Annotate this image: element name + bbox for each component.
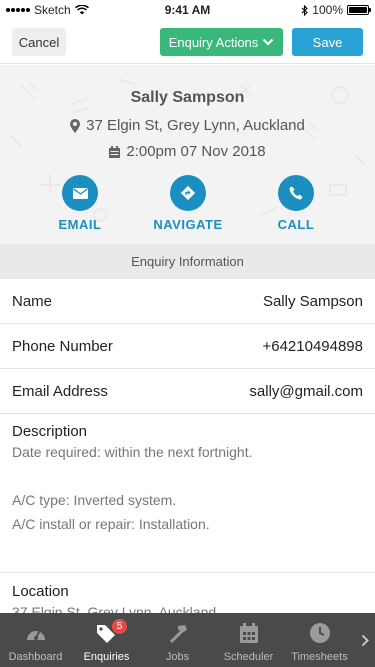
phone-row[interactable]: Phone Number +64210494898	[0, 324, 375, 369]
save-button[interactable]: Save	[292, 28, 363, 56]
enquiry-information-header: Enquiry Information	[0, 244, 375, 279]
status-right: 100%	[301, 3, 371, 17]
tab-enquiries[interactable]: 5 Enquiries	[71, 613, 142, 667]
battery-icon	[347, 5, 371, 15]
client-address: 37 Elgin St, Grey Lynn, Auckland	[86, 117, 305, 134]
tab-timesheets[interactable]: Timesheets	[284, 613, 355, 667]
phone-value[interactable]: +64210494898	[262, 338, 363, 355]
client-datetime: 2:00pm 07 Nov 2018	[126, 143, 266, 160]
description-line: A/C install or repair: Installation.	[12, 516, 210, 532]
cancel-button[interactable]: Cancel	[12, 28, 66, 56]
tab-label: Enquiries	[83, 651, 130, 663]
calendar-icon	[109, 145, 121, 158]
tab-jobs[interactable]: Jobs	[142, 613, 213, 667]
clock-icon	[308, 621, 332, 645]
client-name: Sally Sampson	[130, 89, 245, 106]
call-button[interactable]	[278, 175, 314, 211]
status-bar: Sketch 9:41 AM 100%	[0, 0, 375, 20]
description-line: A/C type: Inverted system.	[12, 492, 177, 508]
client-address-line: 37 Elgin St, Grey Lynn, Auckland	[0, 117, 375, 134]
tab-dashboard[interactable]: Dashboard	[0, 613, 71, 667]
call-action[interactable]: CALL	[251, 175, 341, 232]
client-datetime-line: 2:00pm 07 Nov 2018	[0, 143, 375, 160]
enquiries-badge: 5	[111, 618, 128, 635]
call-action-label: CALL	[277, 217, 315, 232]
tab-label: Dashboard	[8, 651, 63, 663]
navigate-button[interactable]	[170, 175, 206, 211]
hammer-icon	[166, 621, 190, 645]
email-action[interactable]: EMAIL	[35, 175, 125, 232]
phone-label: Phone Number	[12, 337, 113, 355]
gauge-icon	[24, 621, 48, 645]
enquiry-actions-label: Enquiry Actions	[168, 34, 259, 50]
battery-percent: 100%	[312, 3, 343, 17]
location-block[interactable]: Location 37 Elgin St, Grey Lynn, Aucklan…	[0, 573, 375, 613]
email-label: Email Address	[12, 382, 108, 400]
email-button[interactable]	[62, 175, 98, 211]
location-label: Location	[12, 583, 69, 600]
enquiry-actions-button[interactable]: Enquiry Actions	[160, 28, 283, 56]
map-marker-icon	[70, 118, 81, 133]
navigate-action[interactable]: NAVIGATE	[143, 175, 233, 232]
email-row[interactable]: Email Address sally@gmail.com	[0, 369, 375, 414]
tab-label: Jobs	[165, 651, 190, 663]
bottom-tab-bar: Dashboard 5 Enquiries Jobs Scheduler Tim…	[0, 613, 375, 667]
client-header-card: Sally Sampson 37 Elgin St, Grey Lynn, Au…	[0, 65, 375, 244]
navigate-action-label: NAVIGATE	[153, 217, 223, 232]
tab-label: Scheduler	[223, 651, 274, 663]
description-block: Description Date required: within the ne…	[0, 414, 375, 573]
tab-label: Timesheets	[291, 651, 348, 663]
chevron-right-icon	[361, 634, 369, 646]
name-label: Name	[12, 292, 53, 310]
envelope-icon	[72, 187, 88, 199]
directions-icon	[180, 185, 196, 201]
description-label: Description	[12, 423, 88, 440]
name-row: Name Sally Sampson	[0, 279, 375, 324]
location-value: 37 Elgin St, Grey Lynn, Auckland	[12, 604, 217, 613]
top-toolbar: Cancel Enquiry Actions Save	[0, 20, 375, 64]
email-value[interactable]: sally@gmail.com	[249, 383, 363, 400]
tab-scheduler[interactable]: Scheduler	[213, 613, 284, 667]
chevron-down-icon	[263, 38, 274, 46]
description-line: Date required: within the next fortnight…	[12, 444, 253, 460]
battery-fill	[349, 7, 367, 13]
calendar-icon	[237, 621, 261, 645]
bluetooth-icon	[301, 4, 309, 16]
email-action-label: EMAIL	[58, 217, 102, 232]
phone-icon	[289, 186, 303, 200]
name-value: Sally Sampson	[262, 292, 363, 310]
more-tabs-chevron[interactable]	[355, 613, 375, 667]
